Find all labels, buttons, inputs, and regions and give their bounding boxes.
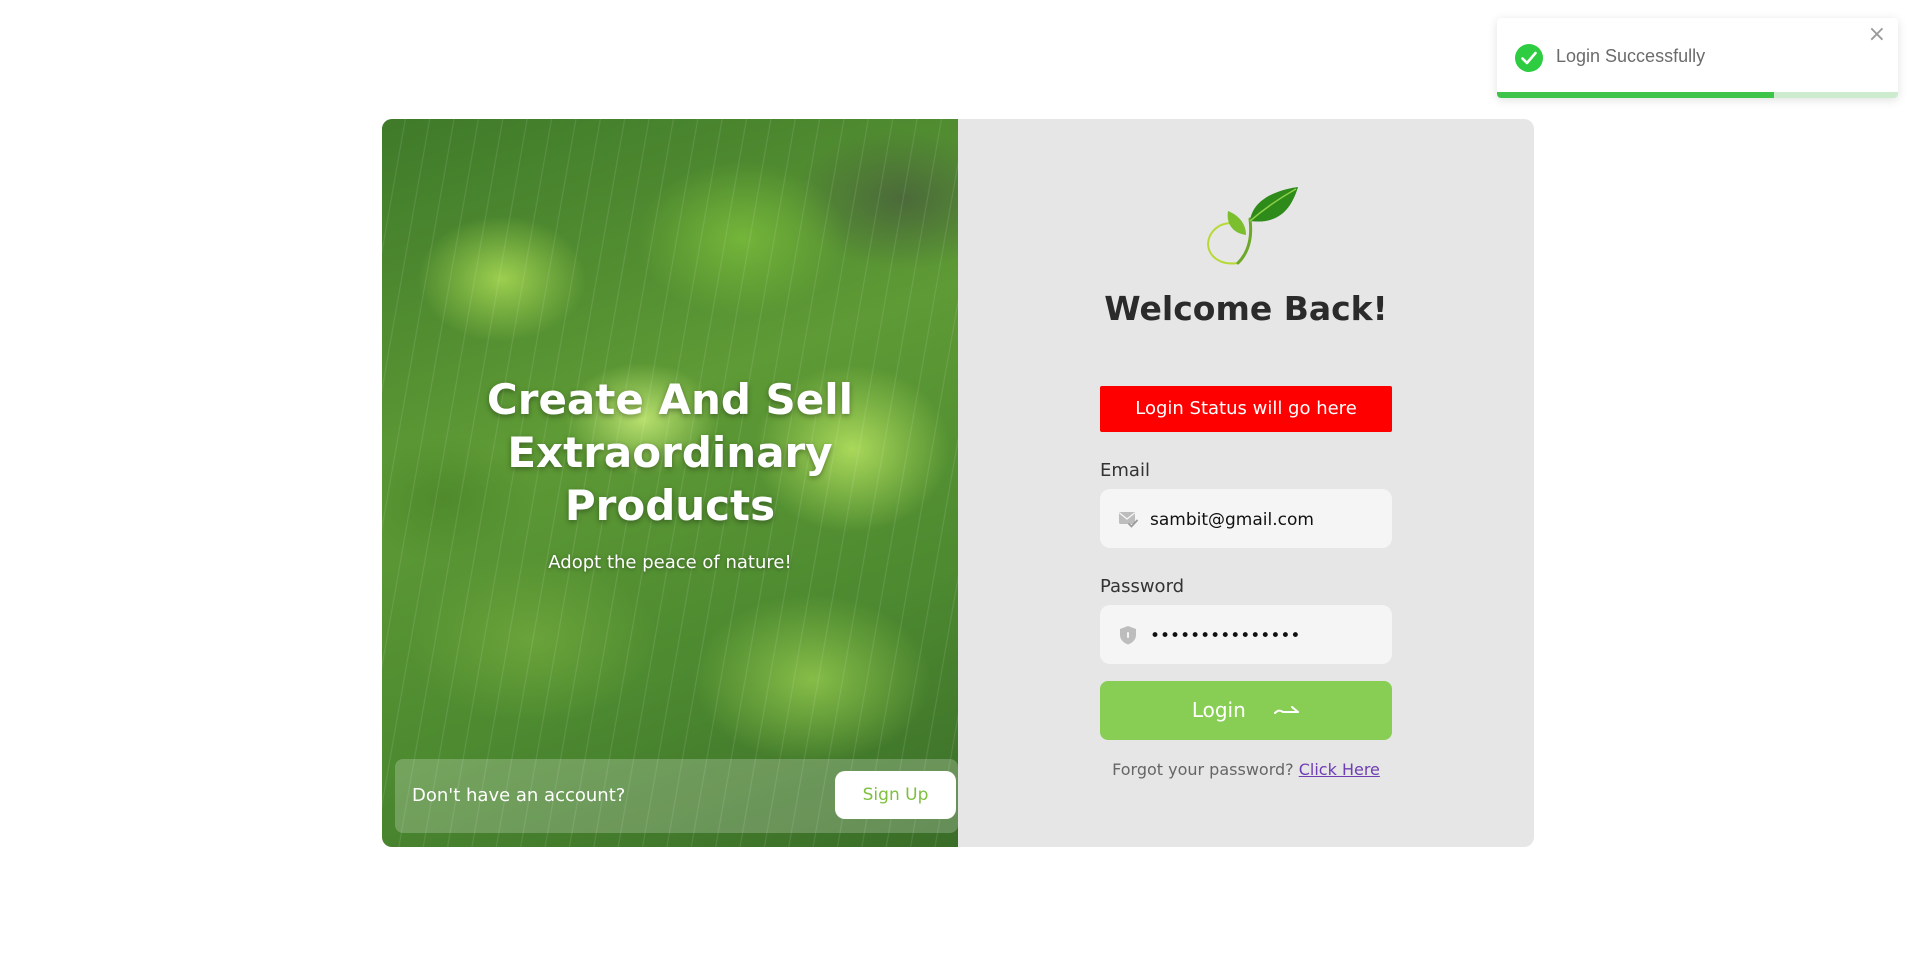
mail-check-icon [1118, 509, 1138, 529]
login-button[interactable]: Login [1100, 681, 1392, 740]
email-label: Email [1100, 460, 1150, 481]
toast-progress-fill [1497, 92, 1774, 98]
welcome-heading: Welcome Back! [1104, 289, 1388, 328]
forgot-password-row: Forgot your password? Click Here [958, 760, 1534, 779]
forgot-prompt: Forgot your password? [1112, 760, 1294, 779]
toast-progress-track [1497, 92, 1898, 98]
close-icon[interactable]: × [1868, 24, 1886, 46]
password-label: Password [1100, 576, 1185, 597]
email-field[interactable] [1100, 489, 1392, 550]
hero-subtitle: Adopt the peace of nature! [548, 552, 792, 573]
hero-title-line: Create And Sell [486, 375, 854, 424]
password-field[interactable] [1100, 605, 1392, 666]
hero-title: Create And Sell Extraordinary Products [382, 373, 958, 532]
signup-bar: Don't have an account? Sign Up [395, 759, 958, 833]
shield-lock-icon [1118, 625, 1138, 645]
login-status-banner: Login Status will go here [1100, 386, 1392, 432]
hero-title-line: Extraordinary [507, 428, 833, 477]
signup-prompt: Don't have an account? [412, 785, 626, 806]
forgot-password-link[interactable]: Click Here [1299, 760, 1380, 779]
arrow-right-icon [1274, 699, 1300, 723]
password-input[interactable] [1148, 605, 1384, 666]
hero-panel: Create And Sell Extraordinary Products A… [382, 119, 958, 847]
login-card: Create And Sell Extraordinary Products A… [382, 119, 1534, 847]
signup-button[interactable]: Sign Up [835, 771, 956, 819]
leaf-sprout-icon [1192, 185, 1302, 269]
hero-title-line: Products [564, 481, 776, 530]
toast-message: Login Successfully [1556, 46, 1706, 66]
login-success-toast: Login Successfully × [1497, 18, 1898, 98]
email-input[interactable] [1148, 489, 1384, 550]
login-button-label: Login [1191, 697, 1246, 722]
check-circle-icon [1515, 44, 1543, 72]
